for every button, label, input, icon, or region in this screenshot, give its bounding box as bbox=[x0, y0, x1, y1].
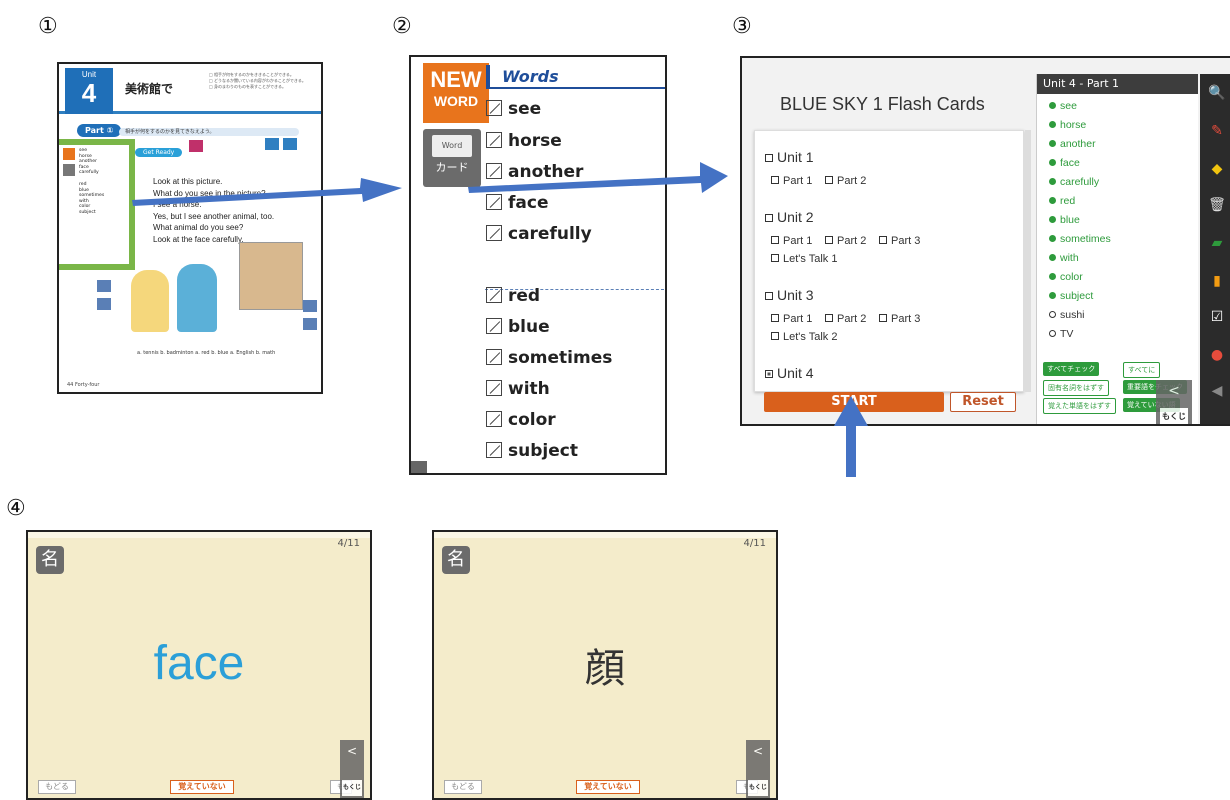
arrow-2-to-3 bbox=[468, 162, 728, 193]
arrow-to-start bbox=[834, 396, 868, 477]
flow-arrows bbox=[132, 162, 868, 477]
arrow-1-to-2 bbox=[132, 178, 402, 206]
